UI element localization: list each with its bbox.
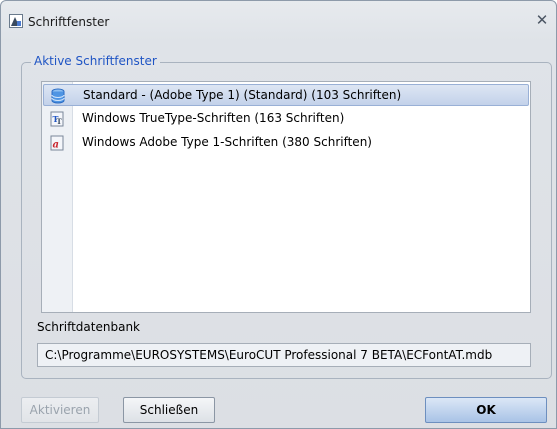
adobe-type1-font-icon: a: [49, 135, 65, 151]
list-item-truetype[interactable]: T T Windows TrueType-Schriften (163 Schr…: [43, 108, 529, 130]
svg-text:T: T: [57, 117, 63, 126]
font-database-path-field[interactable]: C:\Programme\EUROSYSTEMS\EuroCUT Profess…: [37, 343, 531, 367]
close-button[interactable]: Schließen: [123, 397, 215, 423]
list-item-label: Standard - (Adobe Type 1) (Standard) (10…: [83, 88, 402, 102]
list-item-label: Windows TrueType-Schriften (163 Schrifte…: [82, 111, 345, 125]
window-title: Schriftfenster: [28, 15, 110, 29]
font-database-label: Schriftdatenbank: [37, 320, 140, 334]
ok-button[interactable]: OK: [425, 397, 547, 423]
font-window-dialog: Schriftfenster ✕ Aktive Schriftfenster S…: [0, 0, 557, 429]
group-label: Aktive Schriftfenster: [31, 54, 160, 68]
close-icon[interactable]: ✕: [532, 10, 552, 30]
list-item-standard[interactable]: Standard - (Adobe Type 1) (Standard) (10…: [43, 84, 529, 106]
title-bar[interactable]: Schriftfenster ✕: [1, 1, 556, 45]
app-icon: [9, 14, 23, 28]
list-item-label: Windows Adobe Type 1-Schriften (380 Schr…: [82, 135, 372, 149]
truetype-font-icon: T T: [49, 111, 65, 127]
list-item-adobe-type1[interactable]: a Windows Adobe Type 1-Schriften (380 Sc…: [43, 132, 529, 154]
font-window-list[interactable]: Standard - (Adobe Type 1) (Standard) (10…: [41, 81, 531, 313]
svg-text:a: a: [53, 140, 59, 151]
activate-button[interactable]: Aktivieren: [21, 397, 99, 423]
database-icon: [50, 88, 66, 104]
